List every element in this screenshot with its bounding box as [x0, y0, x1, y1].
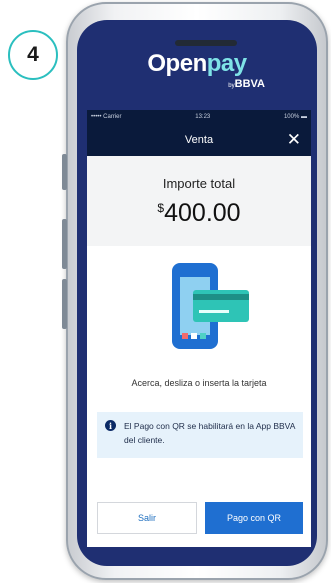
side-button — [62, 154, 67, 190]
brand-sub: byBBVA — [228, 78, 265, 90]
currency-symbol: $ — [157, 201, 165, 215]
qr-info-box: i El Pago con QR se habilitará en la App… — [97, 412, 303, 458]
brand-logo: Openpay byBBVA — [77, 50, 317, 90]
info-icon: i — [105, 420, 116, 431]
brand-bbva: BBVA — [234, 78, 265, 90]
info-text: El Pago con QR se habilitará en la App B… — [124, 421, 295, 446]
exit-button[interactable]: Salir — [97, 502, 197, 534]
nav-bar: Venta ✕ — [87, 124, 311, 156]
step-number: 4 — [27, 43, 39, 66]
status-battery: 100% ▬ — [283, 114, 307, 120]
status-time: 13:23 — [195, 114, 211, 120]
brand-name-open: Open — [147, 50, 207, 77]
nav-title: Venta — [184, 134, 214, 146]
brand-name-pay: pay — [206, 50, 247, 77]
close-icon[interactable]: ✕ — [287, 130, 301, 150]
qr-payment-button[interactable]: Pago con QR — [205, 502, 303, 534]
app-screen: ••••• Carrier 13:23 100% ▬ Venta ✕ Impor… — [87, 110, 311, 547]
amount-value: $400.00 — [87, 199, 311, 228]
status-carrier: ••••• Carrier — [91, 114, 122, 120]
phone-bezel: Openpay byBBVA ••••• Carrier 13:23 100% … — [77, 20, 317, 566]
status-bar: ••••• Carrier 13:23 100% ▬ — [87, 110, 311, 124]
speaker-grille — [175, 40, 237, 46]
action-buttons: Salir Pago con QR — [97, 502, 303, 534]
brand-name: Openpay — [77, 50, 317, 78]
amount-label: Importe total — [162, 176, 236, 191]
amount-number: 400.00 — [164, 199, 241, 227]
side-button — [62, 219, 67, 269]
phone-frame: Openpay byBBVA ••••• Carrier 13:23 100% … — [62, 2, 328, 580]
step-badge: 4 — [8, 30, 58, 80]
side-button — [62, 279, 67, 329]
instruction-text: Acerca, desliza o inserta la tarjeta — [131, 378, 267, 388]
amount-panel: Importe total $400.00 — [87, 156, 311, 246]
phone-card-illustration — [87, 255, 311, 365]
